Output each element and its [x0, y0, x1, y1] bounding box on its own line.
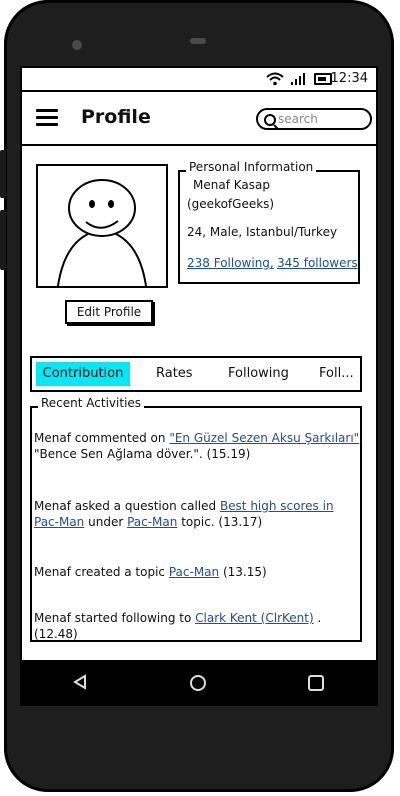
page-title: Profile — [81, 106, 151, 128]
battery-icon — [314, 73, 332, 85]
phone-screen: 12:34 Profile search Edit Profile Person… — [20, 66, 378, 662]
activity-link[interactable]: Pac-Man — [34, 515, 84, 529]
back-triangle-icon[interactable] — [72, 674, 88, 690]
activity-text: , — [359, 431, 364, 445]
speaker-grille — [190, 38, 206, 44]
tab-followers[interactable]: Foll... — [319, 358, 354, 390]
following-count-link[interactable]: 238 Following, — [187, 256, 274, 270]
activity-item: Menaf asked a question called Best high … — [34, 498, 364, 530]
avatar — [36, 164, 168, 288]
user-details: 24, Male, Istanbul/Turkey — [187, 225, 338, 239]
user-avatar-icon — [57, 179, 147, 287]
followers-count-link[interactable]: 345 followers — [277, 256, 358, 270]
hamburger-menu-icon[interactable] — [36, 109, 58, 127]
android-nav-bar — [20, 660, 378, 706]
activity-link[interactable]: "En Güzel Sezen Aksu Şarkıları" — [169, 431, 359, 445]
activity-text: (13.15) — [219, 565, 267, 579]
user-handle: (geekofGeeks) — [187, 197, 275, 211]
activity-text: Menaf commented on — [34, 431, 170, 445]
home-circle-icon[interactable] — [190, 675, 206, 691]
recent-square-icon[interactable] — [308, 675, 324, 691]
activity-link[interactable]: Pac-Man — [127, 515, 177, 529]
activity-text: Menaf started following to — [34, 611, 196, 625]
app-bar: Profile search — [22, 92, 376, 146]
profile-tabs: Contribution Rates Following Foll... — [30, 356, 362, 392]
tab-rates[interactable]: Rates — [156, 358, 193, 390]
user-name: Menaf Kasap — [193, 178, 270, 192]
status-time: 12:34 — [330, 71, 368, 86]
activity-text: Menaf asked a question called — [34, 499, 220, 513]
search-icon — [264, 114, 276, 126]
wifi-icon — [266, 72, 284, 86]
personal-info-legend: Personal Information — [186, 160, 317, 174]
activity-link[interactable]: Best high scores in — [220, 499, 334, 513]
tab-contribution[interactable]: Contribution — [36, 362, 130, 386]
activity-link[interactable]: Pac-Man — [169, 565, 219, 579]
activity-text: topic. (13.17) — [177, 515, 263, 529]
activity-link[interactable]: Clark Kent (ClrKent) — [195, 611, 314, 625]
signal-icon — [291, 73, 305, 85]
activity-item: Menaf started following to Clark Kent (C… — [34, 610, 364, 642]
activity-text: Menaf created a topic — [34, 565, 169, 579]
search-input[interactable]: search — [256, 108, 372, 130]
activity-text: "Bence Sen Ağlama döver.". (15.19) — [34, 447, 251, 461]
status-bar: 12:34 — [22, 68, 376, 92]
search-placeholder: search — [278, 112, 318, 126]
volume-button — [0, 150, 6, 198]
power-button — [0, 210, 6, 270]
activity-item: Menaf created a topic Pac-Man (13.15) — [34, 564, 364, 580]
activity-item: Menaf commented on "En Güzel Sezen Aksu … — [34, 430, 364, 462]
recent-activities-legend: Recent Activities — [38, 396, 145, 410]
front-camera-icon — [72, 40, 82, 50]
tab-following[interactable]: Following — [228, 358, 289, 390]
activity-text: under — [84, 515, 128, 529]
edit-profile-button[interactable]: Edit Profile — [65, 300, 153, 324]
